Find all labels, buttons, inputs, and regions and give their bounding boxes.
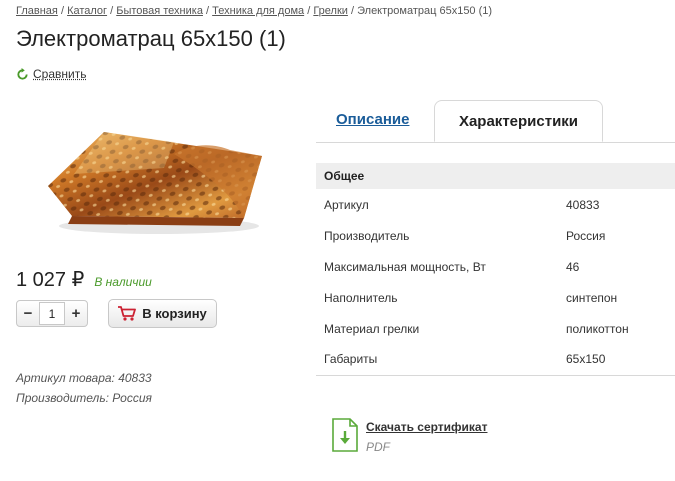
tab-specifications[interactable]: Характеристики <box>434 100 603 142</box>
product-meta: Артикул товара: 40833 Производитель: Рос… <box>16 368 152 408</box>
spec-label: Артикул <box>324 197 369 212</box>
breadcrumb-separator: / <box>307 5 311 17</box>
spec-label: Максимальная мощность, Вт <box>324 259 486 274</box>
spec-row: Максимальная мощность, Вт 46 <box>316 251 675 282</box>
qty-increase-button[interactable]: + <box>65 301 87 326</box>
spec-group-header: Общее <box>316 163 675 189</box>
breadcrumb-separator: / <box>350 5 355 17</box>
spec-row: Производитель Россия <box>316 220 675 251</box>
spec-value: Россия <box>566 228 606 243</box>
cart-icon <box>118 306 137 321</box>
certificate-format: PDF <box>366 440 390 454</box>
spec-value: 40833 <box>566 197 600 212</box>
cart-label: В корзину <box>142 306 207 321</box>
spec-row: Наполнитель синтепон <box>316 282 675 313</box>
breadcrumb-heaters[interactable]: Грелки <box>313 5 348 17</box>
refresh-icon <box>17 67 28 80</box>
breadcrumb-appliances[interactable]: Бытовая техника <box>116 5 203 17</box>
spec-row: Габариты 65x150 <box>316 344 675 375</box>
spec-table: Общее Артикул 40833 Производитель Россия… <box>316 163 675 376</box>
breadcrumb-separator: / <box>206 5 210 17</box>
breadcrumb-separator: / <box>60 5 64 17</box>
breadcrumb-home[interactable]: Главная <box>16 5 58 17</box>
spec-label: Наполнитель <box>324 290 398 305</box>
breadcrumb-separator: / <box>110 5 114 17</box>
spec-group-title: Общее <box>324 169 365 183</box>
spec-label: Производитель <box>324 228 410 243</box>
article-line: Артикул товара: 40833 <box>16 371 152 385</box>
stock-status: В наличии <box>94 275 152 289</box>
spec-value: синтепон <box>566 290 618 305</box>
qty-decrease-button[interactable]: − <box>17 301 39 326</box>
download-certificate-link[interactable]: Скачать сертификат <box>366 420 487 434</box>
quantity-input[interactable]: 1 <box>39 302 65 325</box>
spec-value: 46 <box>566 259 580 274</box>
add-to-cart-button[interactable]: В корзину <box>108 299 217 328</box>
price: 1 027 ₽ <box>16 269 85 291</box>
spec-label: Габариты <box>324 352 378 367</box>
spec-row: Материал грелки поликоттон <box>316 313 675 344</box>
breadcrumb-catalog[interactable]: Каталог <box>67 5 107 17</box>
spec-row: Артикул 40833 <box>316 189 675 220</box>
spec-value: поликоттон <box>566 321 629 336</box>
breadcrumb: Главная / Каталог / Бытовая техника / Те… <box>16 5 492 17</box>
pdf-download-icon[interactable] <box>332 418 358 452</box>
certificate-block: Скачать сертификат PDF <box>332 418 487 454</box>
page-title: Электроматрац 65x150 (1) <box>16 26 286 51</box>
tab-description[interactable]: Описание <box>336 111 409 128</box>
spec-value: 65x150 <box>566 352 606 367</box>
spec-label: Материал грелки <box>324 321 420 336</box>
breadcrumb-current: Электроматрац 65x150 (1) <box>357 5 493 17</box>
product-image[interactable] <box>44 98 266 242</box>
breadcrumb-home-appliances[interactable]: Техника для дома <box>212 5 304 17</box>
price-block: 1 027 ₽ В наличии <box>16 267 152 292</box>
manufacturer-line: Производитель: Россия <box>16 391 152 405</box>
tab-bar: Описание Характеристики <box>316 100 675 143</box>
compare-button[interactable]: Сравнить <box>16 67 86 81</box>
compare-label: Сравнить <box>33 67 87 81</box>
quantity-stepper: − 1 + <box>16 300 88 327</box>
